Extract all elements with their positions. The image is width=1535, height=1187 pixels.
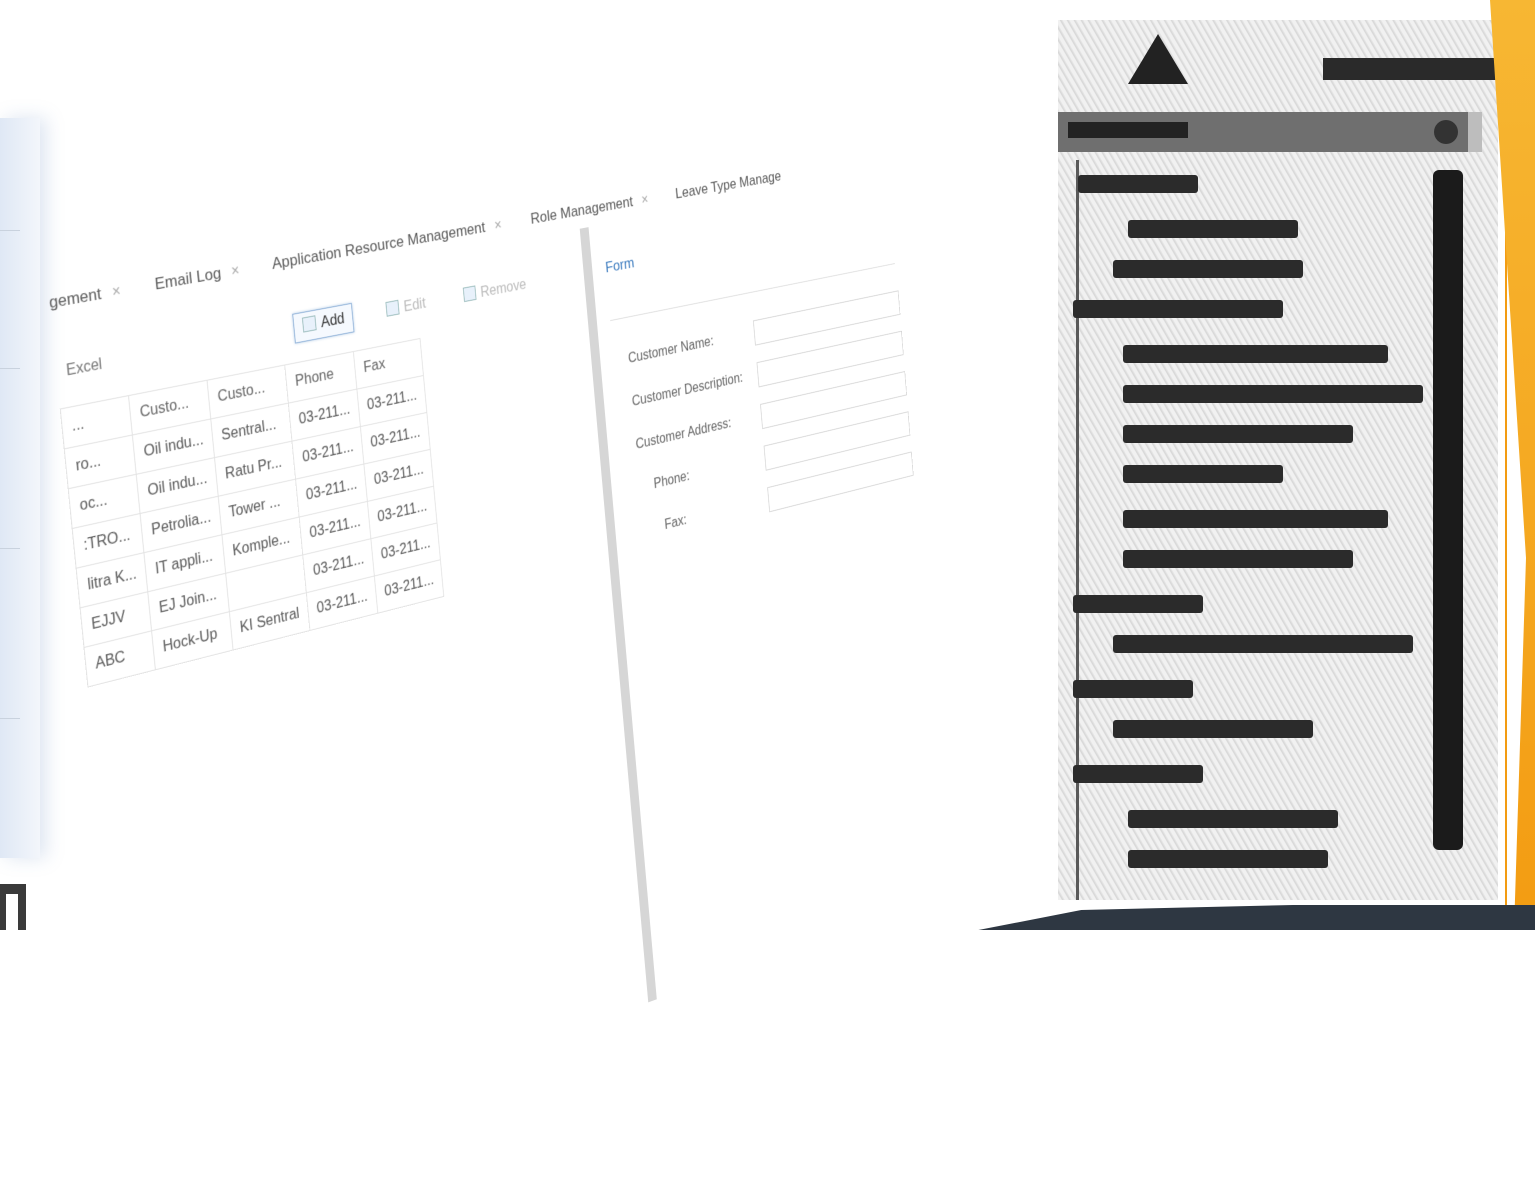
remove-button[interactable]: Remove (454, 269, 536, 312)
panel-divider (0, 368, 20, 369)
tree-node[interactable] (1123, 550, 1353, 568)
sketch-navigation-panel (1058, 20, 1498, 900)
close-icon[interactable]: × (494, 217, 503, 233)
edit-icon (385, 299, 400, 317)
excel-button[interactable]: Excel (55, 348, 114, 390)
tab-label: gement (48, 284, 103, 312)
tab-management[interactable]: gement × (48, 281, 121, 313)
tab-application-resource-management[interactable]: Application Resource Management × (271, 216, 502, 274)
splitter-handle[interactable] (579, 227, 657, 1003)
excel-label: Excel (65, 356, 103, 380)
tree-node[interactable] (1073, 680, 1193, 698)
tab-leave-type-management[interactable]: Leave Type Manage (675, 168, 782, 203)
add-label: Add (320, 310, 346, 331)
tab-label: Leave Type Manage (674, 167, 782, 203)
fax-label: Fax: (664, 512, 688, 533)
app-window: gement × Email Log × Application Resource … (48, 153, 928, 1187)
tab-email-log[interactable]: Email Log × (154, 261, 240, 295)
add-icon (301, 315, 317, 333)
add-button[interactable]: Add (292, 302, 355, 344)
panel-divider (0, 230, 20, 231)
tab-role-management[interactable]: Role Management × (530, 190, 649, 228)
remove-icon (462, 285, 477, 303)
tree-line (1076, 160, 1079, 900)
tree-node[interactable] (1123, 385, 1423, 403)
tree-node[interactable] (1123, 510, 1388, 528)
customer-grid: ... Custo... Custo... Phone Fax ro... Oi… (60, 338, 444, 688)
tree-node[interactable] (1123, 345, 1388, 363)
tab-label: Role Management (529, 193, 634, 228)
phone-label: Phone: (653, 468, 691, 492)
navigation-header (1058, 112, 1482, 152)
tree-node[interactable] (1073, 765, 1203, 783)
edit-label: Edit (403, 295, 427, 316)
logo-triangle-icon (1128, 34, 1188, 84)
panel-divider (0, 548, 20, 549)
close-icon[interactable]: × (231, 263, 241, 280)
tree-node[interactable] (1078, 175, 1198, 193)
tree-node[interactable] (1113, 720, 1313, 738)
tab-label: Application Resource Management (271, 218, 486, 273)
sketch-logo-text (1323, 58, 1498, 80)
tree-node[interactable] (1123, 425, 1353, 443)
panel-divider (0, 718, 20, 719)
tree-node[interactable] (1123, 465, 1283, 483)
left-partial-panel (0, 118, 40, 858)
tree-node[interactable] (1073, 300, 1283, 318)
logo-fragment (0, 884, 26, 930)
remove-label: Remove (479, 276, 527, 301)
settings-icon[interactable] (1434, 120, 1458, 144)
customer-name-label: Customer Name: (627, 333, 715, 367)
customer-description-label: Customer Description: (631, 370, 744, 410)
tree-node[interactable] (1128, 220, 1298, 238)
edit-button[interactable]: Edit (376, 288, 436, 328)
tree-node[interactable] (1128, 810, 1338, 828)
tree-node[interactable] (1113, 260, 1303, 278)
tree-node[interactable] (1128, 850, 1328, 868)
tree-node[interactable] (1073, 595, 1203, 613)
close-icon[interactable]: × (641, 192, 649, 208)
navigation-title (1068, 122, 1188, 138)
vertical-scrollbar[interactable] (1433, 170, 1463, 850)
tree-node[interactable] (1113, 635, 1413, 653)
decorative-bottom-band (978, 905, 1535, 930)
tab-label: Email Log (153, 263, 222, 294)
close-icon[interactable]: × (111, 283, 121, 301)
customer-address-label: Customer Address: (635, 415, 732, 453)
